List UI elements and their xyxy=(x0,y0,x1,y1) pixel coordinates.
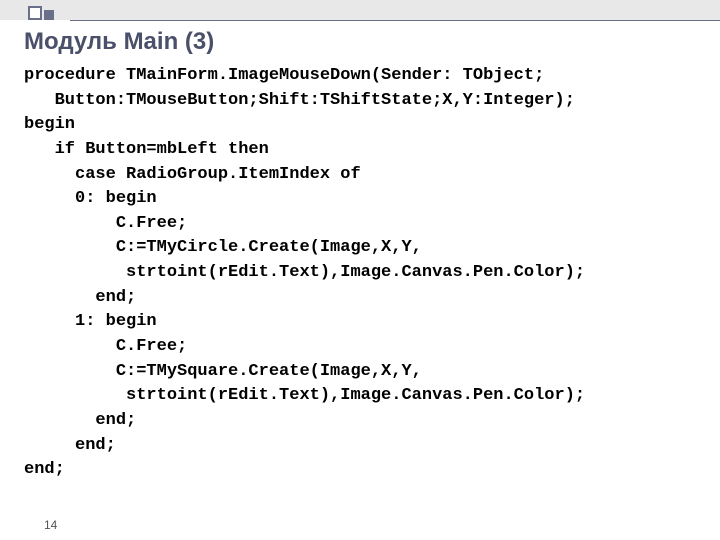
code-line: case RadioGroup.ItemIndex of xyxy=(24,165,361,184)
code-line: begin xyxy=(24,115,75,134)
code-line: C.Free; xyxy=(24,214,187,233)
code-line: Button:TMouseButton;Shift:TShiftState;X,… xyxy=(24,91,575,110)
code-line: procedure TMainForm.ImageMouseDown(Sende… xyxy=(24,66,544,85)
code-line: end; xyxy=(24,460,65,479)
code-line: end; xyxy=(24,436,116,455)
code-line: strtoint(rEdit.Text),Image.Canvas.Pen.Co… xyxy=(24,386,585,405)
code-line: strtoint(rEdit.Text),Image.Canvas.Pen.Co… xyxy=(24,263,585,282)
code-line: 1: begin xyxy=(24,312,157,331)
square-outline-icon xyxy=(28,6,42,20)
code-line: 0: begin xyxy=(24,189,157,208)
code-block: procedure TMainForm.ImageMouseDown(Sende… xyxy=(24,64,585,483)
page-number: 14 xyxy=(44,518,57,532)
square-solid-icon xyxy=(44,10,54,20)
code-line: if Button=mbLeft then xyxy=(24,140,269,159)
divider xyxy=(70,20,720,21)
code-line: end; xyxy=(24,288,136,307)
code-line: C:=TMyCircle.Create(Image,X,Y, xyxy=(24,238,422,257)
code-line: end; xyxy=(24,411,136,430)
top-bar xyxy=(0,0,720,20)
code-line: C:=TMySquare.Create(Image,X,Y, xyxy=(24,362,422,381)
slide-title: Модуль Main (3) xyxy=(24,28,214,56)
code-line: C.Free; xyxy=(24,337,187,356)
